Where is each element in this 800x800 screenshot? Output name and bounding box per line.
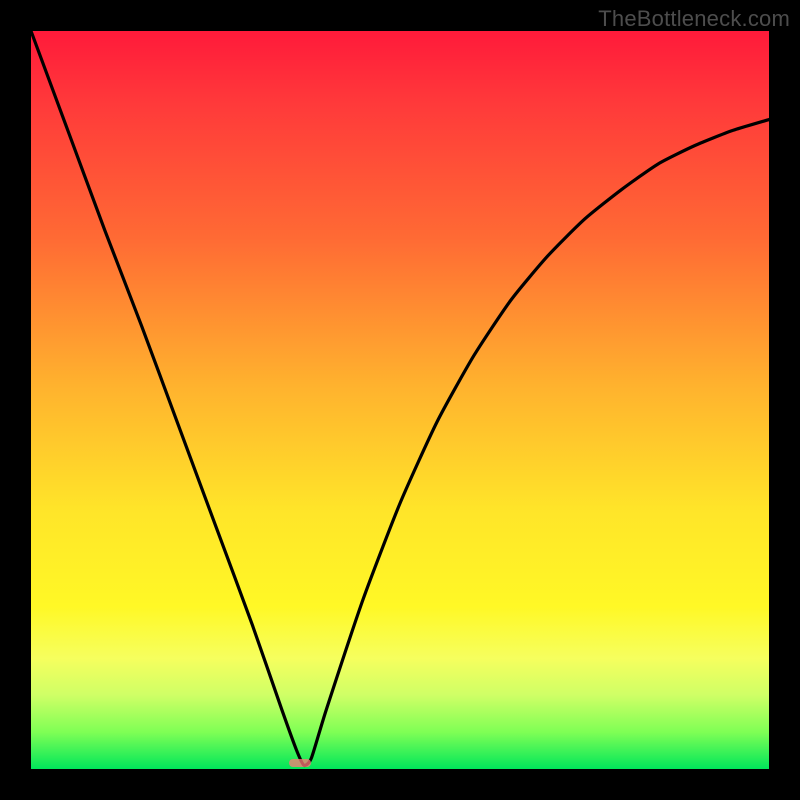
minimum-marker [289,759,311,767]
bottleneck-curve [31,31,769,769]
chart-frame: TheBottleneck.com [0,0,800,800]
watermark-text: TheBottleneck.com [598,6,790,32]
plot-area [31,31,769,769]
